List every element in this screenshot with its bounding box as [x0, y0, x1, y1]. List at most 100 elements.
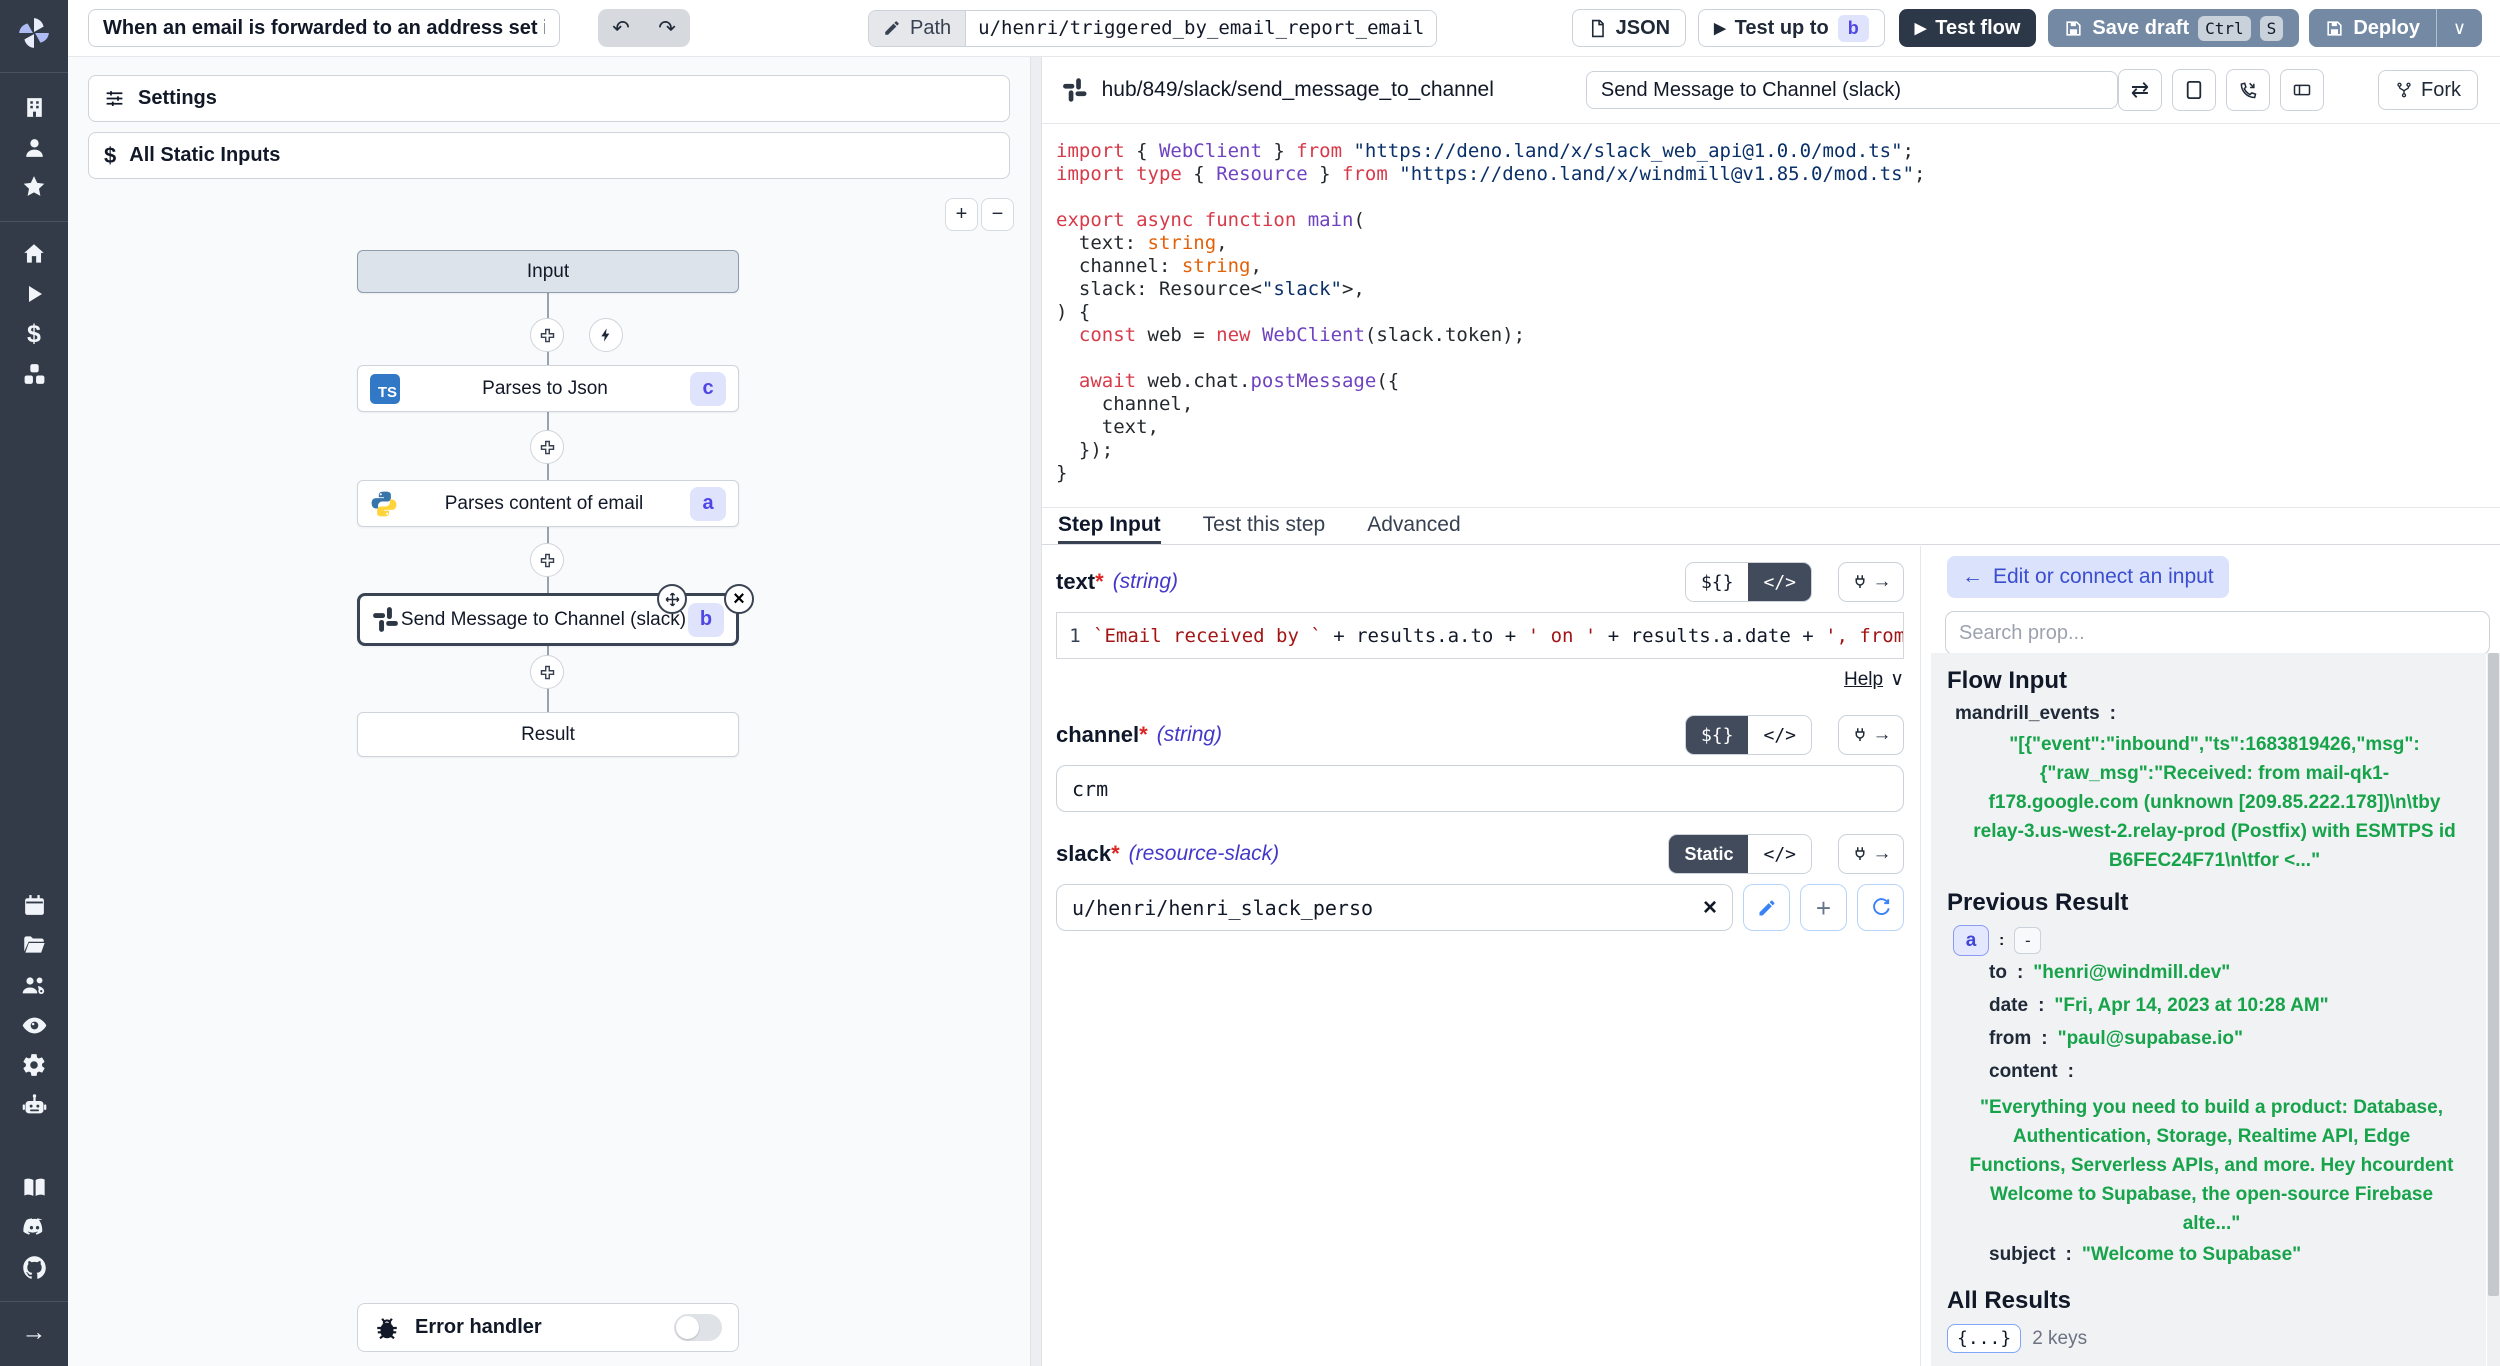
expand-editor-button[interactable] — [2172, 69, 2216, 111]
sidebar-item-workspace[interactable] — [0, 87, 68, 127]
clear-resource-button[interactable]: × — [1703, 896, 1717, 920]
insert-step-button[interactable] — [530, 318, 564, 352]
windmill-logo[interactable] — [0, 10, 68, 56]
slack-resource-picker[interactable]: u/henri/henri_slack_perso × — [1056, 884, 1733, 931]
sidebar-item-user[interactable] — [0, 127, 68, 167]
prop-search-input[interactable] — [1945, 611, 2490, 655]
mandrill-value[interactable]: "[{"event":"inbound","ts":1683819426,"ms… — [1969, 730, 2460, 875]
edit-or-connect-button[interactable]: ← Edit or connect an input — [1947, 556, 2229, 598]
delete-step-button[interactable]: × — [724, 584, 754, 614]
refresh-resource-button[interactable] — [1857, 884, 1904, 931]
result-row-from[interactable]: from:"paul@supabase.io" — [1947, 1022, 2474, 1055]
test-flow-button[interactable]: ▶ Test flow — [1899, 9, 2037, 47]
redo-button[interactable]: ↷ — [644, 9, 690, 47]
step-id-badge[interactable]: a — [1953, 925, 1989, 956]
mode-javascript[interactable]: </> — [1748, 835, 1811, 873]
sidebar-item-runs[interactable] — [0, 274, 68, 314]
node-input[interactable]: Input — [357, 250, 739, 293]
sidebar-item-variables[interactable]: $ — [0, 314, 68, 354]
line-number: 1 — [1057, 625, 1093, 647]
sidebar-item-folders[interactable] — [0, 925, 68, 965]
undo-button[interactable]: ↶ — [598, 9, 644, 47]
deploy-button[interactable]: Deploy — [2309, 9, 2436, 47]
insert-step-button[interactable] — [530, 430, 564, 464]
mode-static[interactable]: ${} — [1686, 716, 1749, 754]
node-parses-to-json[interactable]: TS Parses to Json c — [357, 365, 739, 412]
fork-button[interactable]: Fork — [2378, 70, 2478, 110]
sidebar-item-groups[interactable] — [0, 965, 68, 1005]
sidebar-item-home[interactable] — [0, 234, 68, 274]
error-handler[interactable]: Error handler — [357, 1303, 739, 1352]
play-icon: ▶ — [1915, 19, 1927, 37]
sidebar-item-github[interactable] — [0, 1247, 68, 1287]
result-row-date[interactable]: date:"Fri, Apr 14, 2023 at 10:28 AM" — [1947, 989, 2474, 1022]
insert-step-button[interactable] — [530, 655, 564, 689]
tab-advanced[interactable]: Advanced — [1367, 508, 1460, 544]
save-draft-button[interactable]: Save draft Ctrl S — [2048, 9, 2299, 47]
trigger-button[interactable] — [589, 318, 623, 352]
node-parses-content-of-email[interactable]: Parses content of email a — [357, 480, 739, 527]
path-edit-button[interactable]: Path — [869, 11, 966, 46]
panel-layout-button[interactable] — [2280, 69, 2324, 111]
calendar-icon — [22, 893, 47, 918]
error-handler-toggle[interactable] — [674, 1314, 722, 1341]
result-row-subject[interactable]: subject:"Welcome to Supabase" — [1947, 1238, 2474, 1271]
all-static-inputs-button[interactable]: $ All Static Inputs — [88, 132, 1010, 179]
sidebar-item-docs[interactable] — [0, 1167, 68, 1207]
scrollbar-thumb[interactable] — [2488, 653, 2499, 1296]
collapse-button[interactable]: - — [2014, 927, 2041, 954]
user-group-icon — [21, 972, 48, 999]
expand-object-button[interactable]: {...} — [1947, 1324, 2021, 1353]
sidebar-item-favorites[interactable] — [0, 167, 68, 207]
field-type: (resource-slack) — [1129, 842, 1280, 866]
connect-input-button[interactable]: → — [1838, 562, 1904, 602]
step-summary-input[interactable] — [1586, 71, 2118, 109]
connect-input-button[interactable]: → — [1838, 834, 1904, 874]
flow-settings-button[interactable]: Settings — [88, 75, 1010, 122]
zoom-out-button[interactable]: − — [981, 198, 1014, 231]
panel-resizer[interactable] — [1030, 57, 1042, 1366]
mode-javascript[interactable]: </> — [1748, 563, 1811, 601]
result-row-to[interactable]: to:"henri@windmill.dev" — [1947, 956, 2474, 989]
tab-step-input[interactable]: Step Input — [1058, 508, 1161, 544]
reload-script-button[interactable]: ⇄ — [2118, 69, 2162, 111]
deploy-menu-button[interactable]: ∨ — [2436, 9, 2482, 47]
code-editor[interactable]: import { WebClient } from "https://deno.… — [1042, 124, 2500, 507]
sidebar-item-discord[interactable] — [0, 1207, 68, 1247]
sidebar-item-settings[interactable] — [0, 1045, 68, 1085]
help-link[interactable]: Help — [1844, 669, 1883, 691]
path-value[interactable]: u/henri/triggered_by_email_report_email — [966, 11, 1436, 46]
mode-javascript[interactable]: </> — [1748, 716, 1811, 754]
step-id-badge: a — [690, 487, 726, 521]
undo-redo-group: ↶ ↷ — [598, 9, 690, 47]
book-icon — [21, 1174, 48, 1201]
result-content-value[interactable]: "Everything you need to build a product:… — [1963, 1093, 2460, 1238]
square-icon — [2185, 80, 2203, 100]
webhook-button[interactable] — [2226, 69, 2270, 111]
text-expression-editor[interactable]: 1 `Email received by ` + results.a.to + … — [1056, 612, 1904, 659]
add-resource-button[interactable]: + — [1800, 884, 1847, 931]
sidebar-expand-button[interactable]: → — [0, 1312, 68, 1352]
eye-icon — [21, 1012, 48, 1039]
sidebar-item-schedules[interactable] — [0, 885, 68, 925]
edit-resource-button[interactable] — [1743, 884, 1790, 931]
zoom-in-button[interactable]: + — [945, 198, 978, 231]
flow-title-input[interactable] — [88, 9, 560, 47]
mode-static[interactable]: Static — [1669, 835, 1748, 873]
step-editor-header: hub/849/slack/send_message_to_channel ⇄ … — [1042, 57, 2500, 124]
tab-test-this-step[interactable]: Test this step — [1203, 508, 1326, 544]
mandrill-key-row[interactable]: mandrill_events: — [1947, 703, 2474, 725]
sidebar-item-workers[interactable] — [0, 1085, 68, 1125]
node-result[interactable]: Result — [357, 712, 739, 757]
test-up-to-button[interactable]: ▶ Test up to b — [1698, 9, 1885, 47]
sidebar-item-resources[interactable] — [0, 354, 68, 394]
channel-value-input[interactable] — [1056, 765, 1904, 812]
sidebar-item-audit-logs[interactable] — [0, 1005, 68, 1045]
result-row-content-key[interactable]: content: — [1947, 1055, 2474, 1088]
insert-step-button[interactable] — [530, 543, 564, 577]
json-button[interactable]: JSON — [1572, 9, 1686, 47]
context-scrollbar[interactable] — [2487, 653, 2500, 1366]
mode-static[interactable]: ${} — [1686, 563, 1749, 601]
move-step-button[interactable] — [657, 584, 687, 614]
connect-input-button[interactable]: → — [1838, 715, 1904, 755]
